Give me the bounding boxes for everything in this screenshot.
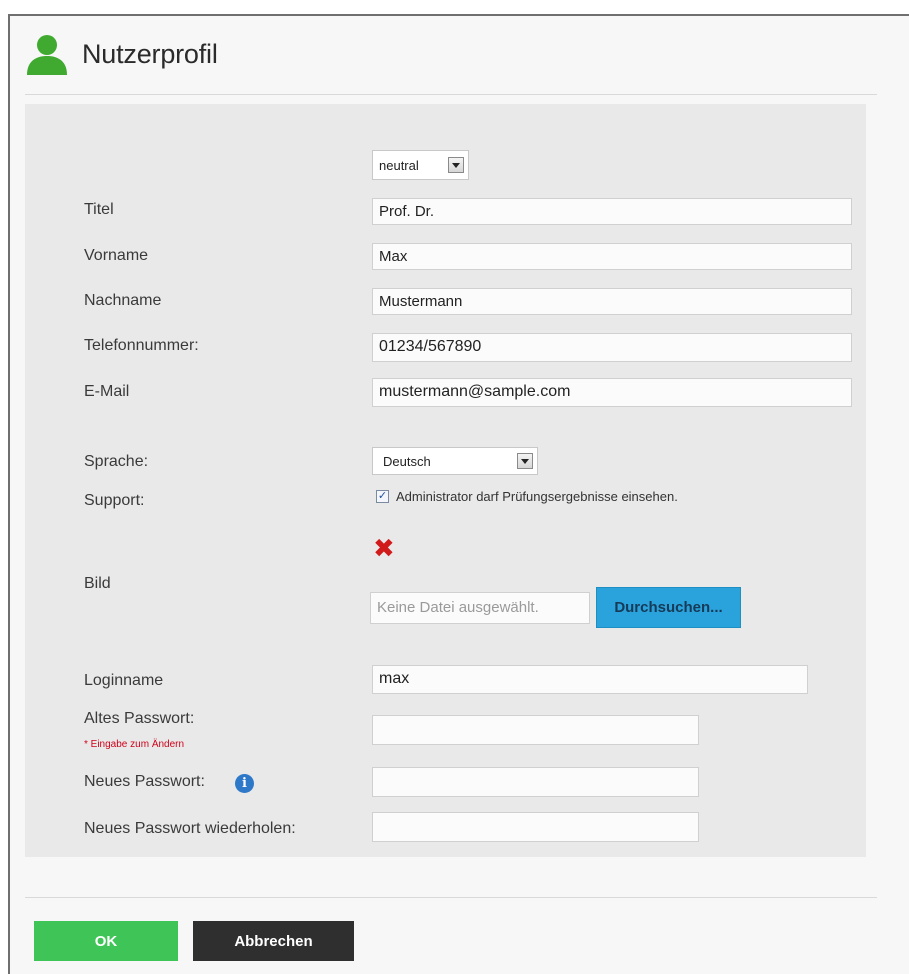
loginname-input[interactable]: max [372,665,808,694]
salutation-select[interactable]: neutral [372,150,469,180]
sprache-value: Deutsch [383,453,431,469]
nachname-input[interactable]: Mustermann [372,288,852,315]
email-label: E-Mail [84,383,130,400]
vorname-label: Vorname [84,247,149,264]
altes-passwort-hint: * Eingabe zum Ändern [84,739,185,750]
sprache-label: Sprache: [84,453,149,470]
page-header: Nutzerprofil [24,30,218,78]
titel-input[interactable]: Prof. Dr. [372,198,852,225]
remove-image-icon[interactable]: ✖ [373,535,395,561]
support-label: Support: [84,492,145,509]
chevron-down-icon [448,157,464,173]
neues-passwort-wdh-input[interactable] [372,812,699,842]
footer-divider [25,897,877,898]
loginname-label: Loginname [84,672,164,689]
bild-label: Bild [84,575,111,592]
header-divider [25,94,877,95]
support-checkbox-label: Administrator darf Prüfungsergebnisse ei… [396,489,678,504]
neues-passwort-wdh-label: Neues Passwort wiederholen: [84,820,296,837]
email-input[interactable]: mustermann@sample.com [372,378,852,407]
sprache-select[interactable]: Deutsch [372,447,538,475]
info-icon[interactable]: i [235,774,254,793]
vorname-input[interactable]: Max [372,243,852,270]
neues-passwort-input[interactable] [372,767,699,797]
altes-passwort-input[interactable] [372,715,699,745]
page-title: Nutzerprofil [82,38,218,69]
browse-button[interactable]: Durchsuchen... [596,587,741,628]
support-checkbox[interactable]: ✓ [376,490,389,503]
titel-label: Titel [84,201,114,218]
chevron-down-icon [517,453,533,469]
ok-button[interactable]: OK [34,921,178,961]
telefon-input[interactable]: 01234/567890 [372,333,852,362]
cancel-button[interactable]: Abbrechen [193,921,354,961]
salutation-value: neutral [379,157,419,173]
user-icon [27,35,67,75]
nachname-label: Nachname [84,292,162,309]
telefon-label: Telefonnummer: [84,337,199,354]
file-input[interactable]: Keine Datei ausgewählt. [370,592,590,624]
neues-passwort-label: Neues Passwort: [84,773,205,790]
altes-passwort-label: Altes Passwort: [84,710,195,727]
